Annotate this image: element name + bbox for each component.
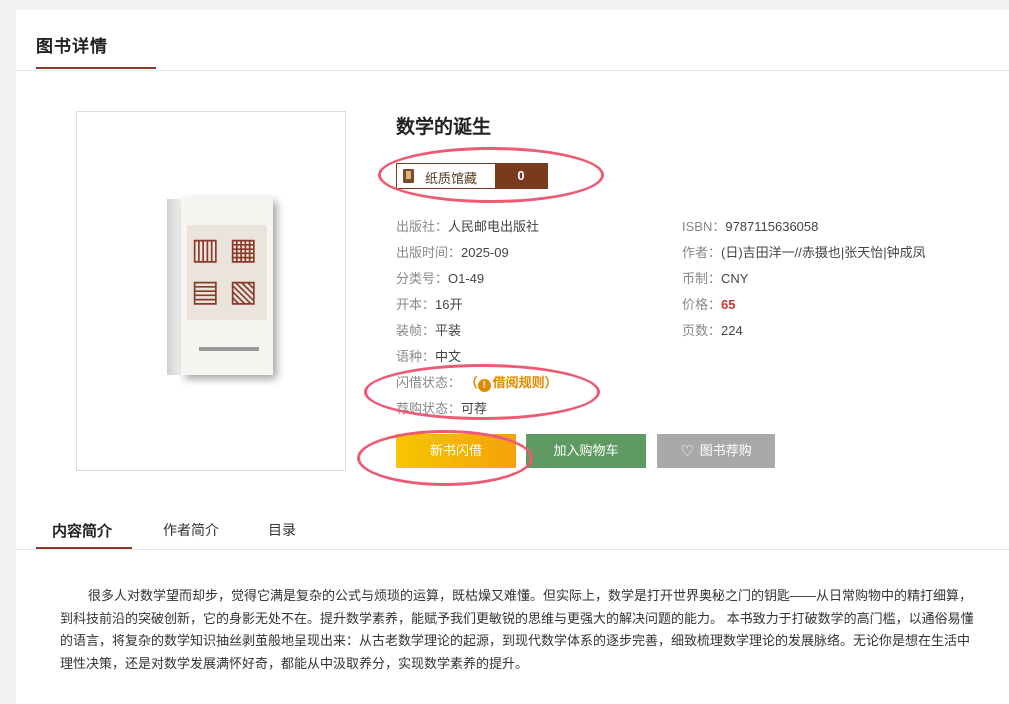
book-title: 数学的诞生 — [396, 117, 492, 138]
section-title: 图书详情 — [36, 37, 108, 56]
detail-isbn: ISBN：9787115636058 — [682, 219, 819, 234]
paper-holding-badge[interactable]: 纸质馆藏 0 — [396, 163, 548, 189]
price-value: 65 — [721, 297, 736, 312]
holding-count: 0 — [495, 164, 547, 188]
detail-author: 作者：(日)吉田洋一//赤摄也|张天怡|钟成凤 — [682, 245, 926, 260]
holding-label: 纸质馆藏 — [425, 171, 478, 186]
book-detail-panel: 图书详情 ▥ ▦ ▤ ▧ 数学的诞生 纸质馆藏 0 出版社：人民邮电出版社 出版… — [16, 10, 1009, 704]
tab-author-intro[interactable]: 作者简介 — [163, 520, 219, 540]
detail-flash-borrow-status: 闪借状态： （! 借阅规则） — [396, 375, 558, 392]
section-title-underline — [36, 67, 156, 69]
book-description: 很多人对数学望而却步，觉得它满是复杂的公式与烦琐的运算，既枯燥又难懂。但实际上，… — [60, 588, 974, 671]
recommend-book-button[interactable]: ♡ 图书荐购 — [657, 434, 775, 468]
detail-currency: 币制：CNY — [682, 271, 749, 286]
borrow-rules-link[interactable]: （! 借阅规则） — [465, 375, 558, 392]
detail-pages: 页数：224 — [682, 323, 743, 338]
add-to-cart-button[interactable]: 加入购物车 — [526, 434, 646, 468]
new-book-flash-borrow-button[interactable]: 新书闪借 — [396, 434, 516, 468]
header-divider — [16, 70, 1009, 71]
detail-price: 价格：65 — [682, 297, 736, 312]
detail-binding: 装帧：平装 — [396, 323, 462, 338]
tab-table-of-contents[interactable]: 目录 — [268, 520, 296, 540]
detail-publisher: 出版社：人民邮电出版社 — [396, 219, 540, 234]
warning-icon: ! — [477, 379, 491, 392]
detail-classification: 分类号：O1-49 — [396, 271, 485, 286]
detail-format: 开本：16开 — [396, 297, 463, 312]
tab-content-intro[interactable]: 内容简介 — [52, 520, 112, 541]
book-cover-image: ▥ ▦ ▤ ▧ — [167, 197, 277, 377]
book-cover: ▥ ▦ ▤ ▧ — [76, 111, 346, 471]
book-icon — [403, 169, 414, 183]
detail-language: 语种：中文 — [396, 349, 462, 364]
detail-recommend-status: 荐购状态：可荐 — [396, 401, 488, 416]
tabs-divider — [16, 549, 1009, 550]
detail-publish-date: 出版时间：2025-09 — [396, 245, 509, 260]
heart-icon: ♡ — [680, 443, 694, 460]
